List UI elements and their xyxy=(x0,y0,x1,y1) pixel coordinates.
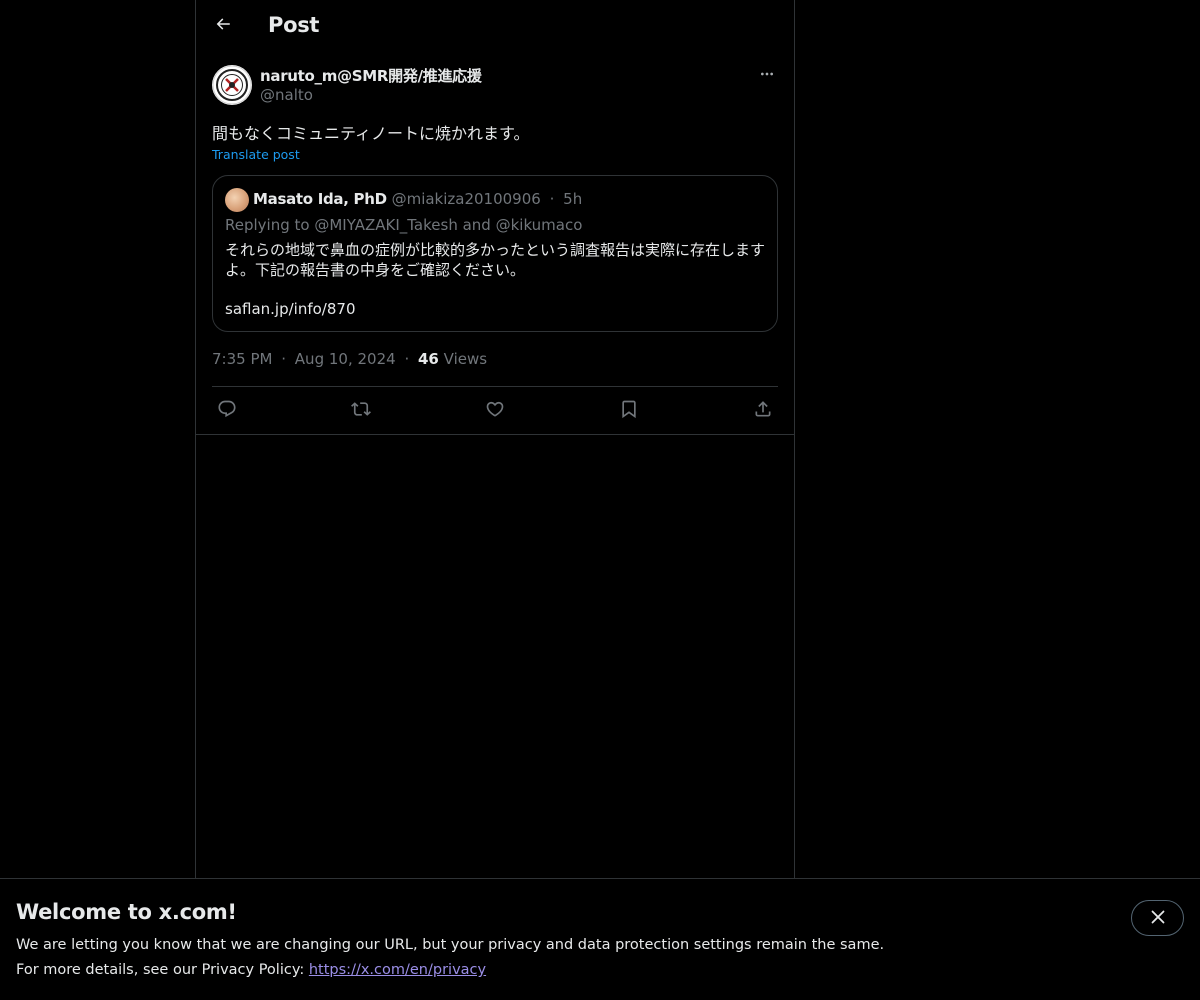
primary-column: Post naruto_m@SMR開発/推進応援 @nalto 間もなくコミュニ… xyxy=(195,0,795,880)
divider xyxy=(212,386,778,387)
like-icon xyxy=(485,399,505,423)
meta-separator: · xyxy=(404,350,410,368)
more-horizontal-icon xyxy=(759,66,775,86)
repost-button[interactable] xyxy=(346,397,376,425)
divider xyxy=(196,434,794,435)
share-button[interactable] xyxy=(748,397,778,425)
translate-post-link[interactable]: Translate post xyxy=(212,147,300,162)
banner-message: We are letting you know that we are chan… xyxy=(16,937,885,953)
top-bar: Post xyxy=(196,0,794,54)
post-date[interactable]: Aug 10, 2024 xyxy=(295,350,396,368)
views-count: 46 xyxy=(418,350,439,368)
more-options-button[interactable] xyxy=(756,65,778,87)
quote-header: Masato Ida, PhD @miakiza20100906 · 5h xyxy=(253,190,582,208)
quote-author-handle[interactable]: @miakiza20100906 xyxy=(392,190,541,208)
post-text: 間もなくコミュニティノートに焼かれます。 xyxy=(212,124,530,143)
page-title: Post xyxy=(268,13,320,37)
close-icon xyxy=(1151,909,1165,928)
quote-replying-to: Replying to @MIYAZAKI_Takesh and @kikuma… xyxy=(225,216,583,234)
like-button[interactable] xyxy=(480,397,510,425)
author-handle[interactable]: @nalto xyxy=(260,86,313,104)
back-button[interactable] xyxy=(206,9,240,43)
quoted-post[interactable]: Masato Ida, PhD @miakiza20100906 · 5h Re… xyxy=(212,175,778,332)
quote-avatar[interactable] xyxy=(225,188,249,212)
author-display-name[interactable]: naruto_m@SMR開発/推進応援 xyxy=(260,65,482,86)
post-meta: 7:35 PM · Aug 10, 2024 · 46 Views xyxy=(212,350,487,368)
post-time[interactable]: 7:35 PM xyxy=(212,350,272,368)
meta-separator: · xyxy=(281,350,287,368)
quote-link[interactable]: saflan.jp/info/870 xyxy=(225,300,355,318)
url-change-banner: Welcome to x.com! We are letting you kno… xyxy=(0,878,1200,1000)
quote-author-name[interactable]: Masato Ida, PhD xyxy=(253,190,387,208)
privacy-policy-link[interactable]: https://x.com/en/privacy xyxy=(309,962,486,978)
banner-close-button[interactable] xyxy=(1131,900,1184,936)
avatar[interactable] xyxy=(212,65,252,105)
banner-privacy-prefix: For more details, see our Privacy Policy… xyxy=(16,962,309,978)
quote-body-text: それらの地域で鼻血の症例が比較的多かったという調査報告は実際に存在しますよ。下記… xyxy=(225,241,766,279)
reply-button[interactable] xyxy=(212,397,242,425)
banner-privacy-line: For more details, see our Privacy Policy… xyxy=(16,962,486,978)
views-label: Views xyxy=(443,350,488,368)
banner-title: Welcome to x.com! xyxy=(16,900,237,924)
quote-separator: · xyxy=(549,190,555,208)
bookmark-icon xyxy=(619,399,639,423)
bookmark-button[interactable] xyxy=(614,397,644,425)
share-icon xyxy=(753,399,773,423)
arrow-left-icon xyxy=(214,15,232,37)
repost-icon xyxy=(350,399,372,423)
action-bar xyxy=(212,397,778,425)
reply-icon xyxy=(217,399,237,423)
quote-timestamp[interactable]: 5h xyxy=(563,190,582,208)
